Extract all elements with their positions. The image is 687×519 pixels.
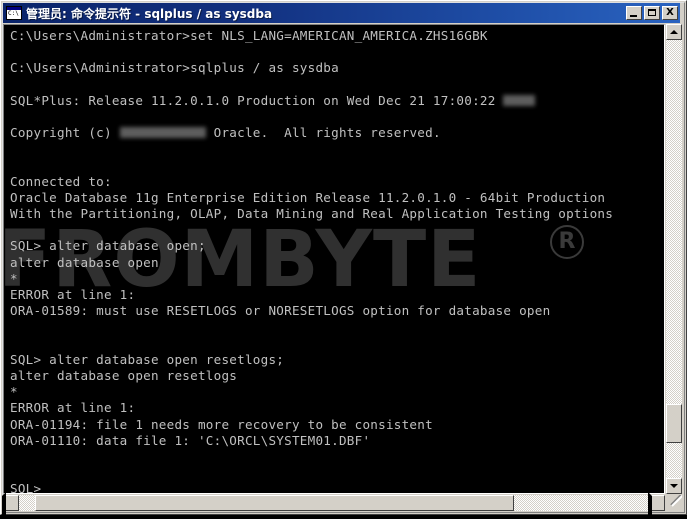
close-button[interactable]: X bbox=[662, 6, 678, 20]
console-line: ERROR at line 1: bbox=[10, 287, 664, 303]
console-line: With the Partitioning, OLAP, Data Mining… bbox=[10, 206, 664, 222]
console-line bbox=[10, 109, 664, 125]
console-line bbox=[10, 336, 664, 352]
scroll-up-button[interactable] bbox=[666, 24, 682, 40]
console-line: ERROR at line 1: bbox=[10, 400, 664, 416]
console-line bbox=[10, 222, 664, 238]
console-line bbox=[10, 141, 664, 157]
console-line: Oracle Database 11g Enterprise Edition R… bbox=[10, 190, 664, 206]
console-line bbox=[10, 465, 664, 481]
vertical-scrollbar-thumb[interactable] bbox=[666, 404, 682, 443]
redacted-text: 2016 bbox=[503, 93, 534, 109]
window-controls: X bbox=[626, 6, 678, 20]
minimize-icon bbox=[630, 15, 637, 17]
console-output-text: C:\Users\Administrator>set NLS_LANG=AMER… bbox=[5, 25, 664, 493]
console-line bbox=[10, 77, 664, 93]
console-line: SQL> alter database open resetlogs; bbox=[10, 352, 664, 368]
console-line: ORA-01194: file 1 needs more recovery to… bbox=[10, 417, 664, 433]
resize-grip[interactable] bbox=[666, 495, 682, 511]
console-line: ORA-01589: must use RESETLOGS or NORESET… bbox=[10, 303, 664, 319]
console-client-area: FROMBYTE R C:\Users\Administrator>set NL… bbox=[3, 24, 680, 511]
console-line: C:\Users\Administrator>sqlplus / as sysd… bbox=[10, 60, 664, 76]
horizontal-scrollbar-thumb[interactable] bbox=[35, 495, 514, 511]
console-screen[interactable]: FROMBYTE R C:\Users\Administrator>set NL… bbox=[5, 25, 664, 493]
chevron-up-icon bbox=[670, 30, 678, 34]
console-line: * bbox=[10, 384, 664, 400]
horizontal-scrollbar[interactable] bbox=[3, 495, 665, 511]
redacted-text: 1982, 2010, bbox=[120, 125, 206, 141]
console-line: Copyright (c) 1982, 2010, Oracle. All ri… bbox=[10, 125, 664, 141]
scroll-left-button[interactable] bbox=[3, 495, 19, 511]
maximize-button[interactable] bbox=[644, 6, 660, 20]
scroll-down-button[interactable] bbox=[666, 478, 682, 494]
console-line: * bbox=[10, 271, 664, 287]
console-line: C:\Users\Administrator>set NLS_LANG=AMER… bbox=[10, 28, 664, 44]
console-line bbox=[10, 449, 664, 465]
title-bar[interactable]: 管理员: 命令提示符 - sqlplus / as sysdba X bbox=[3, 3, 680, 23]
console-line bbox=[10, 158, 664, 174]
console-line: SQL> bbox=[10, 481, 664, 493]
cmd-console-icon bbox=[6, 6, 22, 20]
maximize-icon bbox=[648, 9, 656, 16]
console-line bbox=[10, 44, 664, 60]
console-line: SQL> alter database open; bbox=[10, 238, 664, 254]
vertical-scrollbar[interactable] bbox=[666, 24, 682, 494]
console-viewport[interactable]: FROMBYTE R C:\Users\Administrator>set NL… bbox=[3, 24, 665, 494]
console-line: ORA-01110: data file 1: 'C:\ORCL\SYSTEM0… bbox=[10, 433, 664, 449]
console-window: 管理员: 命令提示符 - sqlplus / as sysdba X FROMB… bbox=[0, 0, 687, 515]
chevron-down-icon bbox=[670, 484, 678, 488]
console-line: Connected to: bbox=[10, 174, 664, 190]
close-icon: X bbox=[663, 7, 677, 19]
scroll-right-button[interactable] bbox=[649, 495, 665, 511]
minimize-button[interactable] bbox=[626, 6, 642, 20]
console-line: alter database open resetlogs bbox=[10, 368, 664, 384]
window-title: 管理员: 命令提示符 - sqlplus / as sysdba bbox=[26, 5, 626, 22]
console-line: SQL*Plus: Release 11.2.0.1.0 Production … bbox=[10, 93, 664, 109]
console-line bbox=[10, 319, 664, 335]
console-line: alter database open bbox=[10, 255, 664, 271]
